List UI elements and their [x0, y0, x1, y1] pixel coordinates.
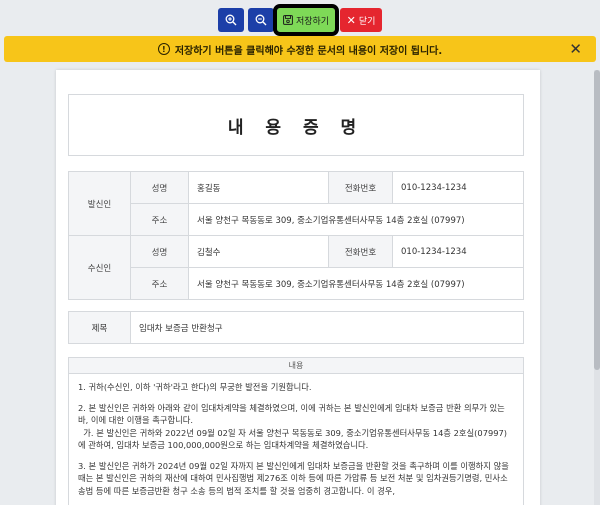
zoom-in-button[interactable] — [218, 8, 244, 32]
scrollbar-thumb[interactable] — [594, 70, 600, 370]
content-paragraph: 1. 귀하(수신인, 이하 '귀하'라고 한다)의 무궁한 발전을 기원합니다. — [78, 382, 312, 392]
zoom-out-icon — [255, 14, 267, 26]
subject-row: 제목 임대차 보증금 반환청구 — [68, 311, 524, 344]
subject-table: 제목 임대차 보증금 반환청구 — [68, 311, 524, 344]
content-body[interactable]: 1. 귀하(수신인, 이하 '귀하'라고 한다)의 무궁한 발전을 기원합니다.… — [69, 374, 523, 505]
close-button-label: 닫기 — [358, 15, 376, 26]
sender-name-label: 성명 — [130, 171, 189, 204]
receiver-name-row: 수신인 성명 김철수 전화번호 010-1234-1234 — [68, 235, 524, 300]
party-info-table: 발신인 성명 홍길동 전화번호 010-1234-1234 주소 서울 양천구 … — [68, 171, 524, 300]
content-paragraph: 3. 본 발신인은 귀하가 2024년 09월 02일 자까지 본 발신인에게 … — [78, 460, 509, 496]
receiver-address-label: 주소 — [130, 267, 189, 300]
content-paragraph: 가. 본 발신인은 귀하와 2022년 09월 02일 자 서울 양천구 목동동… — [78, 427, 508, 451]
sender-name-row: 발신인 성명 홍길동 전화번호 010-1234-1234 — [68, 171, 524, 236]
content-label: 내용 — [69, 358, 523, 374]
zoom-in-icon — [225, 14, 237, 26]
receiver-section-label: 수신인 — [68, 235, 131, 300]
toolbar: 저장하기 ✕ 닫기 — [0, 4, 600, 36]
page-scrollbar[interactable] — [594, 70, 600, 505]
sender-section-label: 발신인 — [68, 171, 131, 236]
sender-phone-field[interactable]: 010-1234-1234 — [392, 171, 524, 204]
sender-address-label: 주소 — [130, 203, 189, 236]
sender-phone-label: 전화번호 — [328, 171, 393, 204]
content-section: 내용 1. 귀하(수신인, 이하 '귀하'라고 한다)의 무궁한 발전을 기원합… — [68, 357, 524, 505]
close-icon: ✕ — [346, 14, 356, 27]
save-button[interactable]: 저장하기 — [273, 4, 339, 36]
receiver-address-field[interactable]: 서울 양천구 목동동로 309, 중소기업유통센터사무동 14층 2호실 (07… — [188, 267, 524, 300]
content-paragraph: 2. 본 발신인은 귀하와 아래와 같이 임대차계약을 체결하였으며, 이에 귀… — [78, 402, 505, 426]
document-page: 내 용 증 명 발신인 성명 홍길동 전화번호 010-1234-1234 주소… — [56, 70, 540, 505]
save-notice-banner: ! 저장하기 버튼을 클릭해야 수정한 문서의 내용이 저장이 됩니다. ✕ — [4, 36, 596, 62]
receiver-address-row: 주소 서울 양천구 목동동로 309, 중소기업유통센터사무동 14층 2호실 … — [69, 267, 524, 300]
sender-address-field[interactable]: 서울 양천구 목동동로 309, 중소기업유통센터사무동 14층 2호실 (07… — [188, 203, 524, 236]
sender-address-row: 주소 서울 양천구 목동동로 309, 중소기업유통센터사무동 14층 2호실 … — [69, 203, 524, 236]
close-button[interactable]: ✕ 닫기 — [340, 8, 382, 32]
receiver-phone-label: 전화번호 — [328, 235, 393, 268]
subject-field[interactable]: 임대차 보증금 반환청구 — [130, 311, 524, 344]
zoom-out-button[interactable] — [248, 8, 274, 32]
subject-label: 제목 — [68, 311, 131, 344]
document-title[interactable]: 내 용 증 명 — [68, 94, 524, 156]
receiver-name-label: 성명 — [130, 235, 189, 268]
floppy-disk-icon — [283, 15, 293, 25]
notice-text: 저장하기 버튼을 클릭해야 수정한 문서의 내용이 저장이 됩니다. — [174, 45, 443, 57]
info-icon: ! — [157, 43, 170, 55]
receiver-name-field[interactable]: 김철수 — [188, 235, 329, 268]
notice-close-icon[interactable]: ✕ — [569, 40, 582, 58]
receiver-phone-field[interactable]: 010-1234-1234 — [392, 235, 524, 268]
sender-name-field[interactable]: 홍길동 — [188, 171, 329, 204]
save-button-label: 저장하기 — [295, 15, 330, 26]
